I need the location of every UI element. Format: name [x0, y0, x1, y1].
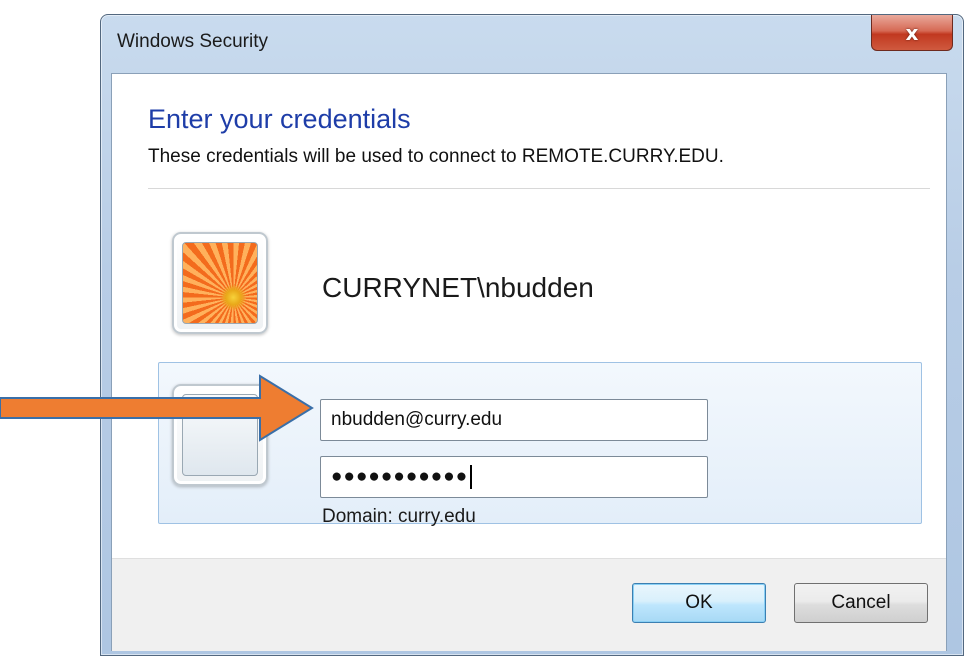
divider [148, 188, 930, 189]
user-picture-flower-icon[interactable] [172, 232, 268, 334]
close-icon: x [905, 20, 919, 45]
username-input[interactable]: nbudden@curry.edu [320, 399, 708, 441]
window-title: Windows Security [117, 31, 268, 52]
title-bar[interactable]: Windows Security x [101, 15, 963, 71]
dialog-description: These credentials will be used to connec… [148, 146, 724, 167]
account-name-label[interactable]: CURRYNET\nbudden [322, 272, 594, 304]
orange-arrow-icon [0, 374, 314, 442]
ok-button[interactable]: OK [632, 583, 766, 623]
windows-security-dialog: Windows Security x Enter your credential… [100, 14, 964, 656]
password-input[interactable]: ●●●●●●●●●●● [320, 456, 708, 498]
domain-label: Domain: curry.edu [322, 506, 476, 527]
dialog-heading: Enter your credentials [148, 104, 411, 134]
text-caret [470, 464, 473, 489]
password-mask: ●●●●●●●●●●● [331, 466, 469, 487]
close-button[interactable]: x [871, 15, 953, 51]
cancel-button[interactable]: Cancel [794, 583, 928, 623]
button-bar: OK Cancel [112, 558, 946, 651]
dialog-body: Enter your credentials These credentials… [111, 73, 947, 651]
